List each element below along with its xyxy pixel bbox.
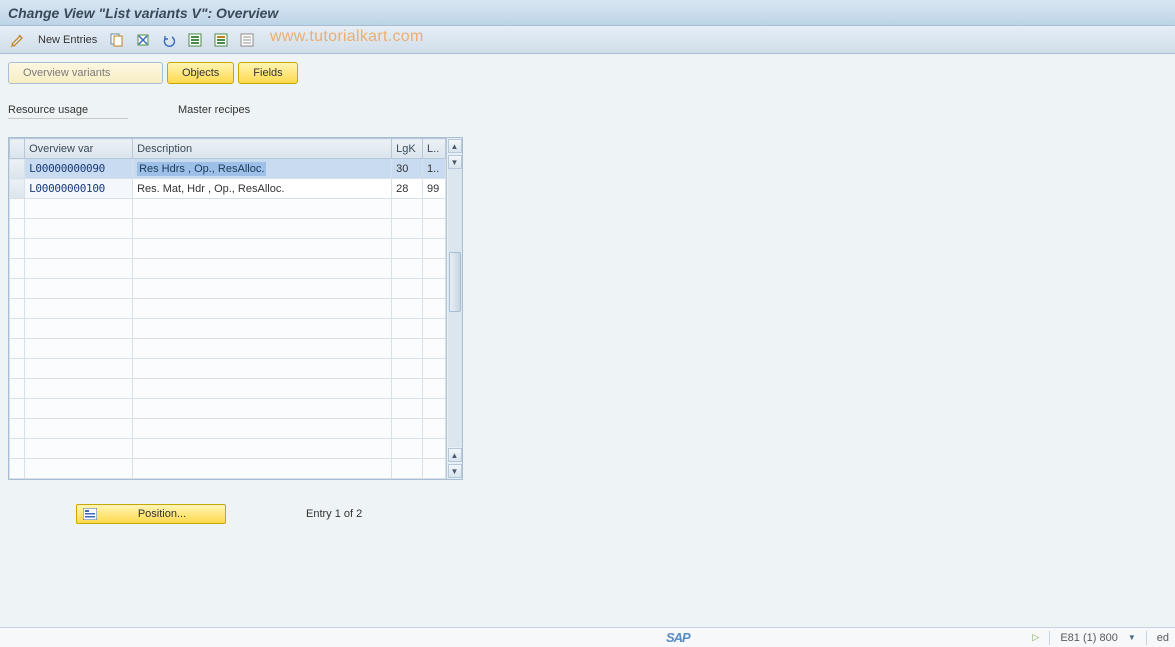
tab-objects[interactable]: Objects (167, 62, 234, 84)
entry-counter: Entry 1 of 2 (306, 508, 362, 520)
position-icon (83, 508, 97, 520)
scroll-down-icon[interactable]: ▼ (448, 155, 462, 169)
new-entries-button[interactable]: New Entries (34, 34, 101, 46)
sap-logo: SAP (6, 630, 690, 645)
status-separator (1146, 631, 1147, 645)
tab-label: Overview variants (23, 67, 110, 79)
col-selector[interactable] (10, 139, 25, 159)
table-row-empty[interactable] (10, 239, 446, 259)
cell-lext[interactable]: 99 (423, 179, 446, 199)
tab-row: Overview variants Objects Fields (8, 62, 1167, 84)
status-indicator-icon[interactable]: ▷ (1032, 632, 1039, 643)
scroll-thumb[interactable] (449, 252, 461, 312)
table-row-empty[interactable] (10, 319, 446, 339)
table-row-empty[interactable] (10, 259, 446, 279)
cell-description[interactable]: Res Hdrs , Op., ResAlloc. (133, 159, 392, 179)
table-row-empty[interactable] (10, 219, 446, 239)
col-overview-var[interactable]: Overview var (25, 139, 133, 159)
cell-lgk[interactable]: 28 (392, 179, 423, 199)
cell-overview-var[interactable]: L00000000090 (25, 159, 133, 179)
col-lext[interactable]: L.. (423, 139, 446, 159)
row-selector[interactable] (10, 159, 25, 179)
status-bar: SAP ▷ E81 (1) 800 ▼ ed (0, 627, 1175, 647)
app-toolbar: New Entries www.tutorialkart.com (0, 26, 1175, 54)
row-selector[interactable] (10, 179, 25, 199)
cell-lext[interactable]: 1.. (423, 159, 446, 179)
table-row[interactable]: L00000000090Res Hdrs , Op., ResAlloc.301… (10, 159, 446, 179)
toggle-edit-icon[interactable] (8, 30, 28, 50)
scroll-down2-icon[interactable]: ▼ (448, 464, 462, 478)
page-title: Change View "List variants V": Overview (8, 5, 278, 21)
table-row-empty[interactable] (10, 199, 446, 219)
delete-icon[interactable] (133, 30, 153, 50)
status-system: E81 (1) 800 (1060, 632, 1117, 644)
master-recipes-label: Master recipes (178, 104, 250, 119)
scroll-up-icon[interactable]: ▲ (448, 139, 462, 153)
copy-icon[interactable] (107, 30, 127, 50)
table-row-empty[interactable] (10, 299, 446, 319)
table-row-empty[interactable] (10, 339, 446, 359)
col-description[interactable]: Description (133, 139, 392, 159)
cell-description[interactable]: Res. Mat, Hdr , Op., ResAlloc. (133, 179, 392, 199)
variants-table: Overview var Description LgK L.. L000000… (9, 138, 446, 479)
col-lgk[interactable]: LgK (392, 139, 423, 159)
table-row[interactable]: L00000000100Res. Mat, Hdr , Op., ResAllo… (10, 179, 446, 199)
select-block-icon[interactable] (211, 30, 231, 50)
status-tail: ed (1157, 632, 1169, 644)
subheader-labels: Resource usage Master recipes (8, 104, 1167, 119)
undo-icon[interactable] (159, 30, 179, 50)
tab-label: Fields (253, 67, 282, 79)
table-row-empty[interactable] (10, 399, 446, 419)
deselect-all-icon[interactable] (237, 30, 257, 50)
status-dropdown-icon[interactable]: ▼ (1128, 633, 1136, 642)
tab-overview-variants[interactable]: Overview variants (8, 62, 163, 84)
scroll-up2-icon[interactable]: ▲ (448, 448, 462, 462)
table-row-empty[interactable] (10, 439, 446, 459)
title-bar: Change View "List variants V": Overview (0, 0, 1175, 26)
variants-table-wrap: Overview var Description LgK L.. L000000… (8, 137, 463, 480)
cell-lgk[interactable]: 30 (392, 159, 423, 179)
position-button[interactable]: Position... (76, 504, 226, 524)
select-all-icon[interactable] (185, 30, 205, 50)
tab-label: Objects (182, 67, 219, 79)
scroll-track[interactable] (448, 169, 462, 447)
position-label: Position... (105, 508, 219, 520)
cell-overview-var[interactable]: L00000000100 (25, 179, 133, 199)
table-row-empty[interactable] (10, 379, 446, 399)
watermark-text: www.tutorialkart.com (270, 28, 424, 46)
status-separator (1049, 631, 1050, 645)
resource-usage-label: Resource usage (8, 104, 128, 119)
table-row-empty[interactable] (10, 459, 446, 479)
table-row-empty[interactable] (10, 419, 446, 439)
table-scrollbar[interactable]: ▲ ▼ ▲ ▼ (446, 138, 462, 479)
table-row-empty[interactable] (10, 279, 446, 299)
tab-fields[interactable]: Fields (238, 62, 297, 84)
table-footer: Position... Entry 1 of 2 (8, 504, 1167, 524)
table-row-empty[interactable] (10, 359, 446, 379)
content-area: Overview variants Objects Fields Resourc… (0, 54, 1175, 627)
